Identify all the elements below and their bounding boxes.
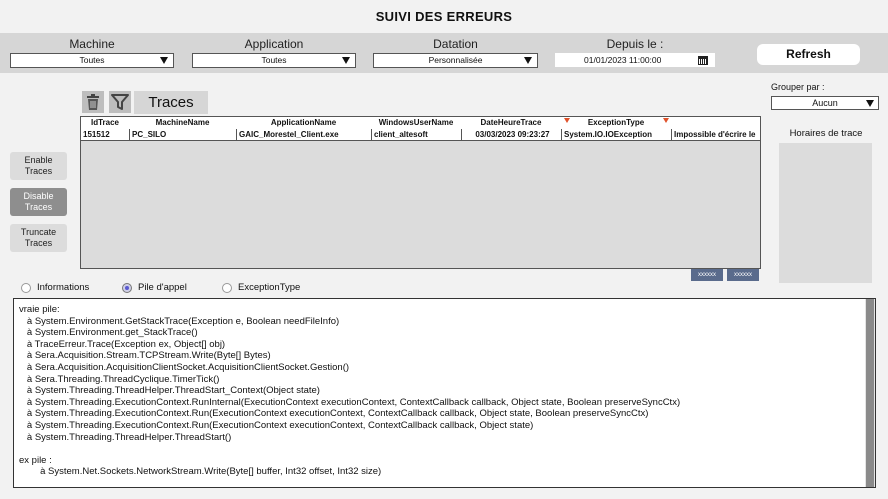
- machine-label: Machine: [69, 37, 115, 51]
- radio-dot: [21, 283, 31, 293]
- cell-message: Impossible d'écrire le: [671, 129, 760, 141]
- radio-informations-label: Informations: [37, 282, 90, 293]
- traces-grid: IdTrace MachineName ApplicationName Wind…: [80, 116, 761, 269]
- traces-tab[interactable]: Traces: [134, 91, 208, 114]
- chevron-down-icon: [524, 57, 532, 64]
- application-select-value: Toutes: [261, 55, 287, 65]
- depuis-date-value: 01/01/2023 11:00:00: [584, 55, 662, 65]
- disable-traces-label: Disable Traces: [23, 191, 54, 212]
- truncate-traces-button[interactable]: Truncate Traces: [10, 224, 67, 252]
- radio-pile-appel[interactable]: Pile d'appel: [122, 282, 187, 294]
- pager-button-2[interactable]: xxxxxx: [727, 269, 759, 281]
- horaires-label: Horaires de trace: [789, 128, 863, 139]
- column-header-exceptiontype[interactable]: ExceptionType: [561, 117, 671, 129]
- column-header-machinename[interactable]: MachineName: [129, 117, 236, 129]
- calendar-icon[interactable]: [698, 56, 708, 65]
- pager-button-1[interactable]: xxxxxx: [691, 269, 723, 281]
- filter-bar: Machine Toutes Application Toutes Datati…: [0, 33, 888, 73]
- cell-exceptiontype: System.IO.IOException: [561, 129, 671, 141]
- filter-button[interactable]: [109, 91, 131, 113]
- truncate-traces-label: Truncate Traces: [20, 227, 57, 248]
- table-row[interactable]: 151512 PC_SILO GAIC_Morestel_Client.exe …: [81, 129, 760, 141]
- cell-windowsusername: client_altesoft: [371, 129, 461, 141]
- filter-icon: [111, 94, 129, 110]
- group-by-select[interactable]: Aucun: [771, 96, 879, 110]
- delete-button[interactable]: [82, 91, 104, 113]
- cell-machinename: PC_SILO: [129, 129, 236, 141]
- scrollbar-thumb[interactable]: [866, 299, 874, 487]
- depuis-date-input[interactable]: 01/01/2023 11:00:00: [555, 53, 715, 67]
- datation-label: Datation: [433, 37, 478, 51]
- chevron-down-icon: [866, 100, 874, 107]
- radio-pile-label: Pile d'appel: [138, 282, 187, 293]
- radio-dot: [222, 283, 232, 293]
- depuis-label: Depuis le :: [606, 37, 664, 51]
- application-label: Application: [244, 37, 304, 51]
- group-by-value: Aucun: [812, 98, 838, 108]
- datation-select[interactable]: Personnalisée: [373, 53, 538, 68]
- trash-icon: [87, 94, 99, 110]
- grid-header: IdTrace MachineName ApplicationName Wind…: [81, 117, 760, 129]
- group-by-label: Grouper par :: [771, 82, 825, 92]
- radio-exceptiontype[interactable]: ExceptionType: [222, 282, 300, 294]
- disable-traces-button[interactable]: Disable Traces: [10, 188, 67, 216]
- chevron-down-icon: [342, 57, 350, 64]
- column-header-windowsusername[interactable]: WindowsUserName: [371, 117, 461, 129]
- column-header-idtrace[interactable]: IdTrace: [81, 117, 129, 129]
- sort-indicator-icon: [663, 118, 669, 123]
- stack-trace-panel[interactable]: vraie pile: à System.Environment.GetStac…: [13, 298, 876, 488]
- radio-informations[interactable]: Informations: [21, 282, 89, 294]
- refresh-button[interactable]: Refresh: [757, 44, 860, 65]
- radio-dot: [122, 283, 132, 293]
- column-header-applicationname[interactable]: ApplicationName: [236, 117, 371, 129]
- enable-traces-label: Enable Traces: [24, 155, 53, 176]
- horaires-panel: [779, 143, 872, 283]
- stack-trace-text: vraie pile: à System.Environment.GetStac…: [19, 304, 681, 478]
- radio-exception-label: ExceptionType: [238, 282, 301, 293]
- machine-select-value: Toutes: [79, 55, 105, 65]
- machine-select[interactable]: Toutes: [10, 53, 174, 68]
- cell-idtrace: 151512: [83, 130, 110, 139]
- chevron-down-icon: [160, 57, 168, 64]
- column-header-dateheuretrace[interactable]: DateHeureTrace: [461, 117, 561, 129]
- cell-applicationname: GAIC_Morestel_Client.exe: [236, 129, 371, 141]
- scrollbar[interactable]: [865, 299, 875, 487]
- application-select[interactable]: Toutes: [192, 53, 356, 68]
- enable-traces-button[interactable]: Enable Traces: [10, 152, 67, 180]
- datation-select-value: Personnalisée: [428, 55, 483, 65]
- page-title: SUIVI DES ERREURS: [375, 9, 513, 24]
- cell-dateheuretrace: 03/03/2023 09:23:27: [461, 129, 561, 141]
